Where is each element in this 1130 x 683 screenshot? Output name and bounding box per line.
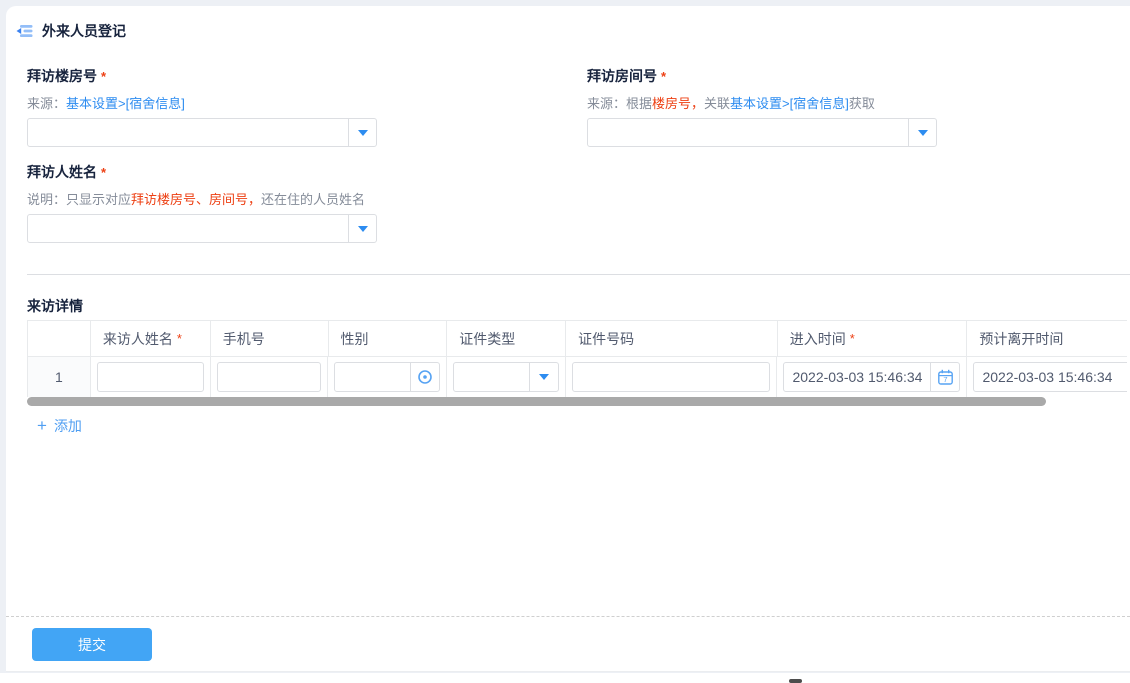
plus-icon[interactable]: +: [37, 418, 47, 434]
building-label: 拜访楼房号*: [27, 68, 377, 85]
visitee-hint: 说明：只显示对应拜访楼房号、房间号，还在住的人员姓名: [27, 193, 377, 207]
visitor-details-table: 来访人姓名* 手机号 性别 证件类型 证件号码 进入时间* 预计离开时间 1: [27, 320, 1127, 398]
col-header-enter-time: 进入时间*: [778, 321, 968, 357]
required-asterisk: *: [661, 69, 666, 84]
col-header-gender: 性别: [329, 321, 448, 357]
page: 外来人员登记 拜访楼房号* 来源：基本设置>[宿舍信息] 拜访房间号* 来源：根…: [0, 0, 1130, 683]
col-header-id-type: 证件类型: [447, 321, 566, 357]
chevron-down-icon[interactable]: [908, 119, 936, 146]
required-asterisk: *: [850, 331, 855, 346]
gender-cell: [328, 357, 447, 397]
visitor-name-cell: [91, 357, 211, 397]
id-type-select-value: [454, 363, 529, 391]
footer-divider: [6, 616, 1130, 617]
chevron-down-icon[interactable]: [348, 119, 376, 146]
room-select-value: [588, 119, 908, 146]
field-building: 拜访楼房号* 来源：基本设置>[宿舍信息]: [27, 68, 377, 147]
room-label: 拜访房间号*: [587, 68, 937, 85]
radio-circle-icon[interactable]: [410, 363, 439, 391]
required-asterisk: *: [101, 165, 106, 180]
room-select[interactable]: [587, 118, 937, 147]
page-header: 外来人员登记: [16, 21, 126, 41]
content-card: 外来人员登记 拜访楼房号* 来源：基本设置>[宿舍信息] 拜访房间号* 来源：根…: [6, 6, 1130, 672]
details-section-title: 来访详情: [27, 296, 83, 316]
scrollbar-thumb[interactable]: [27, 397, 1046, 406]
phone-cell: [211, 357, 329, 397]
visitee-label: 拜访人姓名*: [27, 164, 377, 181]
visitee-select-value: [28, 215, 348, 242]
phone-input[interactable]: [217, 362, 322, 392]
add-row-label: 添加: [54, 416, 82, 436]
room-source-link[interactable]: 基本设置>[宿舍信息]: [730, 96, 849, 111]
building-select-value: [28, 119, 348, 146]
section-divider: [27, 274, 1130, 275]
id-number-input[interactable]: [572, 362, 770, 392]
field-room: 拜访房间号* 来源：根据楼房号，关联基本设置>[宿舍信息]获取: [587, 68, 937, 147]
table-horizontal-scrollbar[interactable]: [27, 397, 1127, 407]
visitee-select[interactable]: [27, 214, 377, 243]
bottom-strip: [0, 673, 1130, 683]
id-number-cell: [566, 357, 777, 397]
calendar-icon[interactable]: 7: [930, 363, 959, 391]
building-select[interactable]: [27, 118, 377, 147]
id-type-select[interactable]: [453, 362, 559, 392]
col-header-leave-time: 预计离开时间: [967, 321, 1127, 357]
chevron-down-icon[interactable]: [348, 215, 376, 242]
gender-picker[interactable]: [334, 362, 440, 392]
submit-button[interactable]: 提交: [32, 628, 152, 661]
table-row: 1: [28, 357, 1127, 397]
id-type-cell: [447, 357, 566, 397]
page-horizontal-scrollbar[interactable]: [789, 679, 802, 683]
back-to-list-icon[interactable]: [16, 23, 33, 39]
enter-time-picker[interactable]: 7: [783, 362, 960, 392]
leave-time-cell: [967, 357, 1127, 397]
leave-time-input[interactable]: [973, 362, 1127, 392]
col-header-phone: 手机号: [211, 321, 329, 357]
room-hint: 来源：根据楼房号，关联基本设置>[宿舍信息]获取: [587, 97, 937, 111]
row-index-cell: 1: [28, 357, 91, 397]
add-row-button[interactable]: + 添加: [37, 416, 82, 436]
col-header-visitor-name: 来访人姓名*: [91, 321, 211, 357]
required-asterisk: *: [177, 331, 182, 346]
gender-input[interactable]: [335, 363, 410, 391]
svg-text:7: 7: [943, 375, 947, 384]
field-visitee: 拜访人姓名* 说明：只显示对应拜访楼房号、房间号，还在住的人员姓名: [27, 164, 377, 243]
visitor-name-input[interactable]: [97, 362, 204, 392]
building-hint: 来源：基本设置>[宿舍信息]: [27, 97, 377, 111]
chevron-down-icon[interactable]: [529, 363, 558, 391]
col-header-id-number: 证件号码: [566, 321, 778, 357]
enter-time-input[interactable]: [784, 363, 930, 391]
table-header-row: 来访人姓名* 手机号 性别 证件类型 证件号码 进入时间* 预计离开时间: [28, 321, 1127, 357]
col-header-index: [28, 321, 91, 357]
page-title: 外来人员登记: [42, 21, 126, 41]
required-asterisk: *: [101, 69, 106, 84]
enter-time-cell: 7: [777, 357, 967, 397]
building-source-link[interactable]: 基本设置>[宿舍信息]: [66, 96, 185, 111]
